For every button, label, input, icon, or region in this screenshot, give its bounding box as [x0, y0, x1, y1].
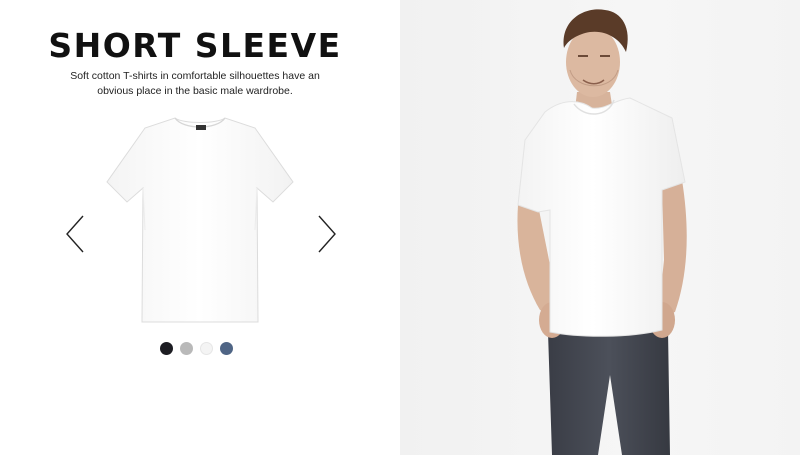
page-subtitle: Soft cotton T-shirts in comfortable silh… [70, 70, 320, 97]
model-photo [517, 9, 687, 455]
swatch-white[interactable] [200, 342, 213, 355]
swatch-blue[interactable] [220, 342, 233, 355]
product-panel: SHORT SLEEVE Soft cotton T-shirts in com… [0, 0, 400, 455]
color-swatches [160, 342, 233, 356]
chevron-right-icon [318, 215, 336, 253]
swatch-grey[interactable] [180, 342, 193, 355]
tshirt-product-image[interactable] [105, 110, 295, 325]
swatch-black[interactable] [160, 342, 173, 355]
brand-label [196, 125, 206, 130]
carousel-prev-button[interactable] [64, 214, 86, 254]
chevron-left-icon [66, 215, 84, 253]
page-title: SHORT SLEEVE [48, 26, 342, 65]
carousel-next-button[interactable] [316, 214, 338, 254]
model-panel [400, 0, 800, 455]
